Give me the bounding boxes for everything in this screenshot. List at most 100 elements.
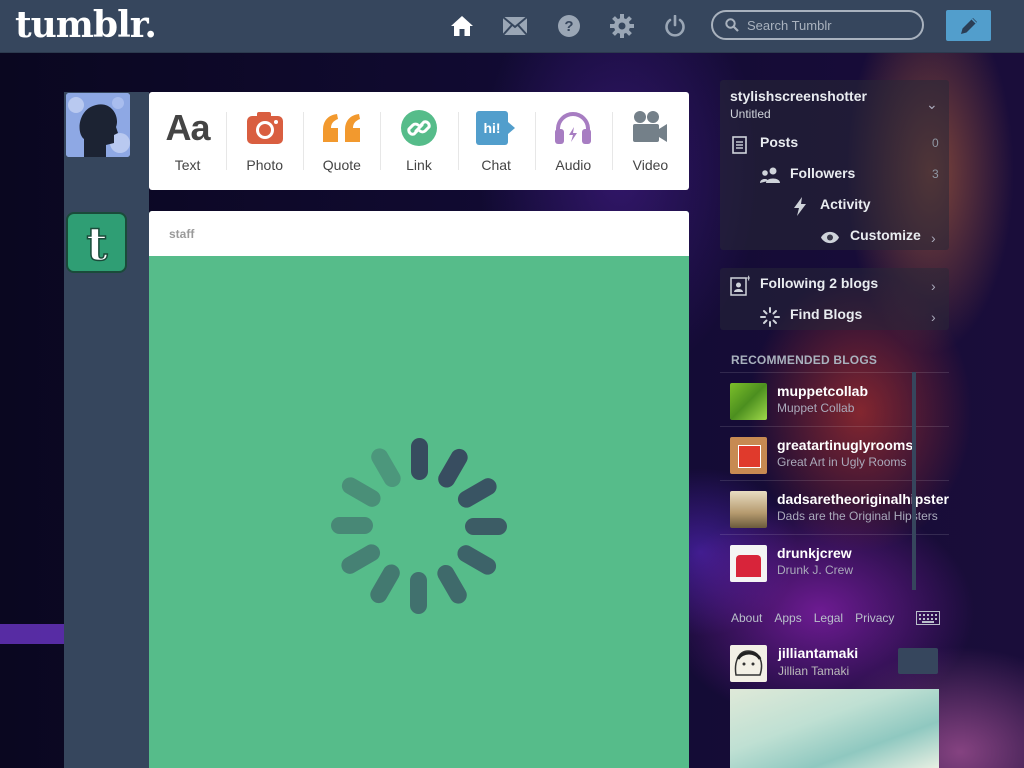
menu-item-label: Customize bbox=[850, 227, 921, 243]
mail-icon[interactable] bbox=[502, 13, 528, 39]
chevron-right-icon: › bbox=[931, 309, 936, 325]
camera-icon bbox=[246, 108, 284, 148]
people-icon bbox=[760, 167, 780, 183]
recommended-blogs-title: RECOMMENDED BLOGS bbox=[731, 353, 878, 367]
following-icon: + bbox=[730, 274, 750, 296]
blog-title: Untitled bbox=[730, 107, 771, 121]
menu-item-label: Posts bbox=[760, 134, 799, 150]
chevron-right-icon: › bbox=[931, 230, 936, 246]
spinner-segment bbox=[437, 564, 467, 604]
post-type-label: Video bbox=[632, 157, 669, 173]
post-type-label: Link bbox=[406, 157, 432, 173]
radar-blog-title: Jillian Tamaki bbox=[778, 664, 850, 678]
blog-avatar bbox=[730, 383, 767, 420]
chevron-right-icon: › bbox=[931, 278, 936, 294]
radar-blog-avatar[interactable] bbox=[730, 645, 767, 682]
svg-text:hi!: hi! bbox=[484, 120, 501, 136]
post-quote-button[interactable]: Quote bbox=[303, 92, 380, 190]
menu-item-label: Activity bbox=[820, 196, 871, 212]
blog-name: greatartinuglyrooms bbox=[777, 437, 914, 453]
menu-item-count: 3 bbox=[932, 167, 939, 181]
power-icon[interactable] bbox=[662, 13, 688, 39]
text-icon: Aa bbox=[165, 107, 211, 148]
loading-spinner-icon bbox=[331, 438, 507, 614]
recommended-scrollbar[interactable] bbox=[912, 372, 916, 590]
lightning-icon bbox=[794, 197, 806, 216]
blog-name[interactable]: stylishscreenshotter bbox=[730, 88, 867, 104]
radar-post-image[interactable] bbox=[730, 689, 939, 768]
help-icon[interactable]: ? bbox=[556, 13, 582, 39]
svg-text:+: + bbox=[746, 274, 750, 283]
spinner-segment bbox=[457, 478, 497, 508]
quote-icon bbox=[321, 108, 363, 148]
radar-blog-name[interactable]: jilliantamaki bbox=[778, 645, 858, 661]
gear-icon[interactable] bbox=[609, 13, 635, 39]
blog-name: drunkjcrew bbox=[777, 545, 852, 561]
pencil-icon bbox=[960, 17, 977, 34]
post-type-label: Audio bbox=[555, 157, 592, 173]
staff-avatar[interactable]: t bbox=[66, 212, 127, 273]
user-avatar[interactable] bbox=[66, 93, 130, 157]
post-type-label: Photo bbox=[246, 157, 283, 173]
post-audio-button[interactable]: Audio bbox=[534, 92, 612, 190]
top-header: tumblr. ? bbox=[0, 0, 1024, 53]
blog-avatar bbox=[730, 437, 767, 474]
keyboard-icon[interactable] bbox=[916, 611, 940, 625]
chat-icon: hi! bbox=[475, 108, 517, 148]
post-video-button[interactable]: Video bbox=[611, 92, 689, 190]
document-icon bbox=[732, 136, 747, 154]
spinner-segment bbox=[410, 572, 427, 614]
dashboard-left-rail bbox=[64, 92, 149, 768]
menu-item-label: Followers bbox=[790, 165, 856, 181]
post-type-label: Text bbox=[174, 157, 201, 173]
link-icon bbox=[400, 108, 438, 148]
footer-link-about[interactable]: About bbox=[731, 611, 762, 625]
video-camera-icon bbox=[631, 108, 669, 148]
spinner-segment bbox=[331, 517, 373, 534]
post-type-label: Quote bbox=[322, 157, 361, 173]
blog-title: Dads are the Original Hipsters bbox=[777, 509, 938, 523]
spinner-segment bbox=[438, 448, 468, 488]
following-label: Following 2 blogs bbox=[760, 275, 879, 291]
blog-avatar bbox=[730, 545, 767, 582]
find-blogs-label: Find Blogs bbox=[790, 306, 863, 322]
find-blogs-icon bbox=[760, 307, 780, 327]
compose-button[interactable] bbox=[946, 10, 991, 41]
blog-name: muppetcollab bbox=[777, 383, 869, 399]
post-link-button[interactable]: Link bbox=[380, 92, 457, 190]
tumblr-logo[interactable]: tumblr. bbox=[15, 4, 157, 46]
blog-avatar bbox=[730, 491, 767, 528]
spinner-segment bbox=[457, 545, 497, 575]
search-icon bbox=[725, 18, 739, 32]
search-box[interactable] bbox=[711, 10, 924, 40]
eye-icon bbox=[821, 231, 839, 244]
spinner-segment bbox=[341, 477, 381, 507]
svg-text:t: t bbox=[86, 220, 108, 266]
spinner-segment bbox=[411, 438, 428, 480]
blog-title: Muppet Collab bbox=[777, 401, 855, 415]
spinner-segment bbox=[341, 544, 381, 574]
post-text-button[interactable]: Aa Text bbox=[149, 92, 226, 190]
spinner-segment bbox=[465, 518, 507, 535]
menu-item-count: 0 bbox=[932, 136, 939, 150]
dashboard-post: staff bbox=[149, 211, 689, 768]
blog-name: dadsaretheoriginalhipster bbox=[777, 491, 949, 507]
spinner-segment bbox=[370, 564, 400, 604]
post-author[interactable]: staff bbox=[169, 227, 194, 241]
headphones-icon bbox=[553, 108, 593, 148]
blog-title: Drunk J. Crew bbox=[777, 563, 854, 577]
home-icon[interactable] bbox=[449, 13, 475, 39]
footer-link-privacy[interactable]: Privacy bbox=[855, 611, 894, 625]
footer-link-legal[interactable]: Legal bbox=[814, 611, 843, 625]
search-input[interactable] bbox=[745, 16, 919, 34]
post-type-label: Chat bbox=[481, 157, 511, 173]
post-chat-button[interactable]: hi! Chat bbox=[457, 92, 535, 190]
post-type-bar: Aa Text Photo Quote Link hi! Chat Audio bbox=[149, 92, 689, 190]
svg-text:?: ? bbox=[564, 18, 573, 35]
post-photo-button[interactable]: Photo bbox=[226, 92, 303, 190]
spinner-segment bbox=[371, 448, 401, 488]
chevron-down-icon[interactable]: ⌄ bbox=[926, 96, 938, 113]
footer-link-apps[interactable]: Apps bbox=[774, 611, 801, 625]
blog-title: Great Art in Ugly Rooms bbox=[777, 455, 907, 469]
radar-follow-button[interactable] bbox=[898, 648, 938, 674]
